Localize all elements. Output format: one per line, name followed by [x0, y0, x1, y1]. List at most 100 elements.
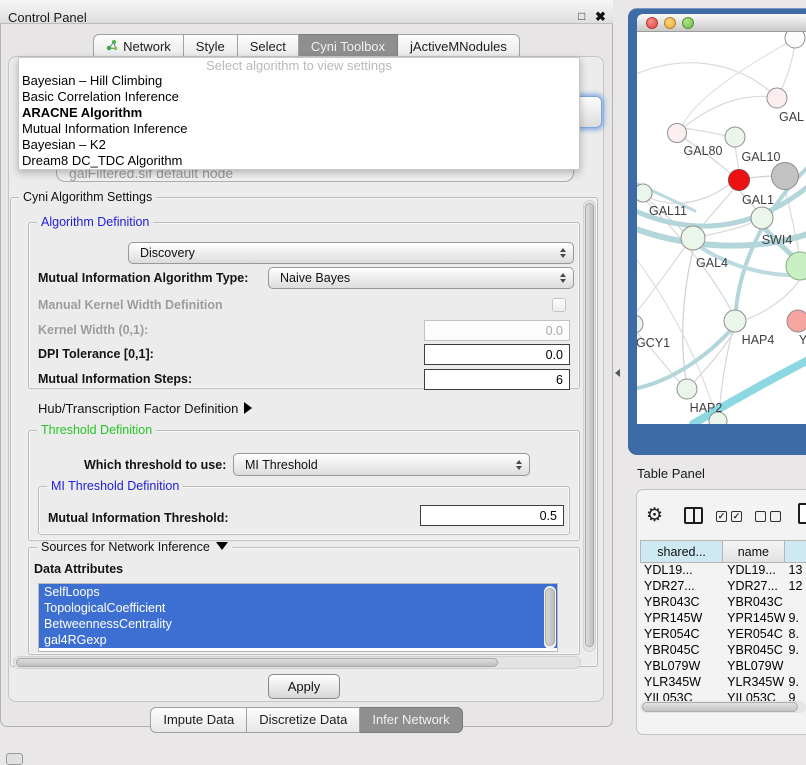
network-node-gal[interactable]: [767, 88, 787, 108]
expand-right-icon[interactable]: [244, 402, 252, 414]
table-horizontal-scrollbar[interactable]: [640, 701, 806, 713]
splitter-collapse-icon[interactable]: [615, 369, 620, 377]
list-scrollbar-thumb[interactable]: [545, 588, 555, 646]
minimize-traffic-light-icon[interactable]: [664, 17, 676, 29]
network-edge[interactable]: [681, 38, 795, 128]
document-icon[interactable]: [798, 503, 806, 524]
dropdown-item[interactable]: Dream8 DC_TDC Algorithm: [19, 153, 579, 169]
threshold-definition-legend: Threshold Definition: [37, 423, 156, 437]
network-node-swi4[interactable]: [751, 207, 773, 229]
node-label: GAL1: [742, 193, 774, 207]
bottom-corner-widget[interactable]: [6, 753, 23, 765]
table-row[interactable]: YBR045CYBR045C9.: [640, 643, 806, 659]
table-row[interactable]: YDL19...YDL19...13: [640, 563, 806, 579]
node-label: GAL11: [649, 204, 687, 218]
column-header[interactable]: name: [723, 540, 784, 563]
list-item[interactable]: TopologicalCoefficient: [39, 600, 557, 616]
table-cell: YBR043C: [723, 595, 784, 611]
network-window-titlebar[interactable]: [637, 14, 806, 32]
hub-definition-expander[interactable]: Hub/Transcription Factor Definition: [38, 401, 252, 416]
list-scrollbar[interactable]: [544, 586, 556, 649]
network-canvas[interactable]: GALGAL80GAL10GAL1GAL11SWI4GAL4GCY1HAP4YH…: [637, 32, 806, 424]
network-node-gcy1[interactable]: [637, 315, 643, 333]
tab-impute-data[interactable]: Impute Data: [150, 707, 247, 733]
table-scrollbar-thumb[interactable]: [642, 702, 798, 712]
deselect-checkbox-icon[interactable]: [755, 511, 766, 522]
network-node-gal1[interactable]: [729, 170, 750, 191]
table-row[interactable]: YBL079WYBL079W: [640, 659, 806, 675]
close-icon[interactable]: ✖: [595, 9, 606, 25]
which-threshold-combobox[interactable]: MI Threshold: [233, 453, 530, 476]
table-cell: YBR045C: [640, 643, 723, 659]
network-edge[interactable]: [684, 128, 727, 136]
network-node-y[interactable]: [787, 310, 806, 332]
table-row[interactable]: YBR043CYBR043C: [640, 595, 806, 611]
table-cell: YBL079W: [723, 659, 784, 675]
mi-threshold-input[interactable]: 0.5: [420, 505, 564, 526]
control-panel-titlebar[interactable]: [0, 0, 613, 24]
table-cell: YBR043C: [640, 595, 723, 611]
node-label: GAL80: [684, 144, 723, 158]
select-all-checkbox-icon[interactable]: ✓: [716, 511, 727, 522]
float-window-icon[interactable]: □: [578, 9, 585, 23]
node-label: GCY1: [637, 336, 670, 350]
network-node-hap2[interactable]: [677, 379, 697, 399]
close-traffic-light-icon[interactable]: [646, 17, 658, 29]
data-attributes-list[interactable]: SelfLoopsTopologicalCoefficientBetweenne…: [38, 583, 558, 652]
table-row[interactable]: YDR27...YDR27...12: [640, 579, 806, 595]
table-cell: [785, 595, 806, 611]
list-item[interactable]: BetweennessCentrality: [39, 616, 557, 632]
collapse-down-icon[interactable]: [216, 542, 228, 550]
network-node-gal11[interactable]: [637, 184, 652, 202]
zoom-traffic-light-icon[interactable]: [682, 17, 694, 29]
tab-infer-network[interactable]: Infer Network: [360, 707, 462, 733]
table-cell: YDR27...: [723, 579, 784, 595]
network-edge[interactable]: [735, 147, 739, 172]
dpi-tolerance-input[interactable]: 0.0: [424, 344, 570, 365]
dropdown-item[interactable]: Mutual Information Inference: [19, 121, 579, 137]
mi-type-combobox[interactable]: Naive Bayes: [268, 267, 574, 289]
table-row[interactable]: YER054CYER054C8.: [640, 627, 806, 643]
network-node[interactable]: [772, 163, 799, 190]
tab-discretize-data[interactable]: Discretize Data: [247, 707, 360, 733]
list-item[interactable]: gal4RGexp: [39, 632, 557, 648]
spinner-arrows-icon: [560, 248, 566, 258]
dropdown-item[interactable]: ARACNE Algorithm: [19, 105, 579, 121]
mi-steps-input[interactable]: 6: [424, 369, 570, 390]
network-node-gal10[interactable]: [725, 127, 745, 147]
network-node-gal4[interactable]: [681, 226, 705, 250]
split-columns-icon[interactable]: [684, 507, 703, 524]
dropdown-item[interactable]: Basic Correlation Inference: [19, 89, 579, 105]
list-item[interactable]: SelfLoops: [39, 584, 557, 600]
network-node-hap4[interactable]: [724, 310, 746, 332]
network-edge[interactable]: [748, 176, 774, 178]
horizontal-scrollbar-thumb[interactable]: [16, 658, 498, 667]
spinner-arrows-icon: [560, 273, 566, 283]
network-node[interactable]: [785, 32, 805, 48]
gear-icon[interactable]: ⚙: [646, 504, 663, 527]
dropdown-item[interactable]: Bayesian – K2: [19, 137, 579, 153]
network-edge[interactable]: [683, 250, 693, 380]
kernel-width-input[interactable]: 0.0: [424, 320, 570, 341]
network-svg: GALGAL80GAL10GAL1GAL11SWI4GAL4GCY1HAP4YH…: [637, 32, 806, 424]
apply-button[interactable]: Apply: [268, 674, 340, 699]
dropdown-item[interactable]: Bayesian – Hill Climbing: [19, 73, 579, 89]
network-edge[interactable]: [637, 63, 777, 98]
network-node-gal80[interactable]: [668, 124, 687, 143]
table-row[interactable]: YLR345WYLR345W9.: [640, 675, 806, 691]
manual-kernel-checkbox[interactable]: [552, 298, 566, 312]
node-label: Y: [799, 333, 806, 347]
settings-vertical-scrollbar[interactable]: [583, 200, 596, 652]
vertical-scrollbar-thumb[interactable]: [585, 203, 594, 647]
deselect-checkbox-icon[interactable]: [770, 511, 781, 522]
network-edge[interactable]: [677, 96, 777, 133]
settings-horizontal-scrollbar[interactable]: [13, 656, 581, 669]
aracne-mode-combobox[interactable]: Discovery: [128, 242, 574, 264]
column-header[interactable]: [785, 540, 806, 563]
node-label: HAP2: [690, 401, 723, 415]
column-header[interactable]: shared...: [640, 540, 723, 563]
table-row[interactable]: YPR145WYPR145W9.: [640, 611, 806, 627]
network-edge[interactable]: [637, 246, 686, 316]
select-all-checkbox-icon[interactable]: ✓: [731, 511, 742, 522]
dpi-tolerance-label: DPI Tolerance [0,1]:: [38, 347, 154, 361]
